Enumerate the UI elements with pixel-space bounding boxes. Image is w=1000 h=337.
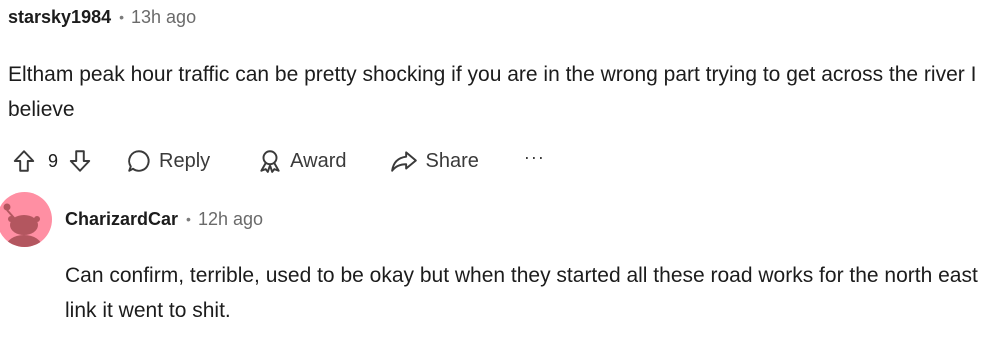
reply-author[interactable]: CharizardCar — [65, 209, 178, 230]
upvote-button[interactable] — [8, 145, 40, 177]
upvote-icon — [13, 150, 35, 172]
downvote-button[interactable] — [64, 145, 96, 177]
share-arrow-icon — [391, 151, 418, 172]
share-label: Share — [425, 149, 479, 172]
comment-author[interactable]: starsky1984 — [8, 7, 111, 28]
comment-bubble-icon — [128, 150, 150, 172]
more-options-icon[interactable]: ··· — [524, 147, 545, 168]
award-button[interactable]: Award — [257, 148, 346, 174]
award-label: Award — [290, 149, 347, 172]
award-icon — [260, 150, 280, 173]
meta-separator: • — [119, 9, 125, 25]
comment-body: Eltham peak hour traffic can be pretty s… — [8, 63, 977, 121]
reply-label: Reply — [159, 149, 211, 172]
share-button[interactable]: Share — [390, 148, 479, 174]
snoo-avatar-icon — [3, 203, 42, 247]
avatar[interactable] — [0, 192, 52, 247]
comment-actions: 9 Reply Award Share ··· — [8, 143, 545, 179]
reply-button[interactable]: Reply — [126, 148, 210, 174]
meta-separator: • — [186, 211, 191, 227]
comment-timestamp[interactable]: 13h ago — [131, 7, 196, 28]
downvote-icon — [69, 150, 91, 172]
vote-score: 9 — [48, 150, 59, 171]
reply-meta: CharizardCar • 12h ago — [65, 207, 263, 231]
reply-body: Can confirm, terrible, used to be okay b… — [65, 264, 978, 322]
comment-meta: starsky1984 • 13h ago — [8, 5, 196, 29]
reply-timestamp[interactable]: 12h ago — [198, 209, 263, 230]
